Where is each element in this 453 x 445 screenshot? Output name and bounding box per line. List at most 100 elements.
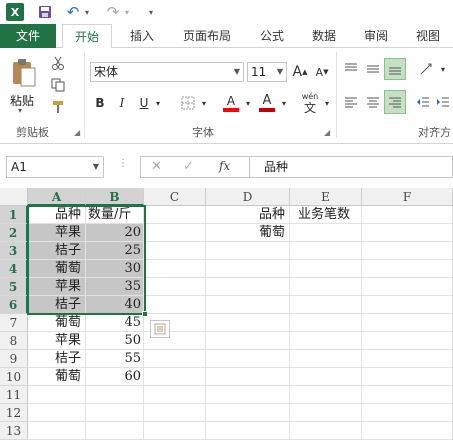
tab-view[interactable]: 视图 xyxy=(406,24,450,48)
tab-page-layout[interactable]: 页面布局 xyxy=(172,24,242,48)
row-header-2[interactable]: 2 xyxy=(0,224,28,242)
cell-a4[interactable]: 葡萄 xyxy=(28,260,86,278)
cell-c10[interactable] xyxy=(144,368,206,386)
row-header-12[interactable]: 12 xyxy=(0,404,28,422)
cell-c1[interactable] xyxy=(144,206,206,224)
cell-e1[interactable]: 业务笔数 xyxy=(290,206,362,224)
cell-f7[interactable] xyxy=(362,314,453,332)
cell-f8[interactable] xyxy=(362,332,453,350)
cell-b11[interactable] xyxy=(86,386,144,404)
paste-dropdown-icon[interactable]: ▾ xyxy=(18,106,22,115)
cell-e10[interactable] xyxy=(290,368,362,386)
fill-color-icon[interactable]: A xyxy=(220,92,242,114)
cell-e13[interactable] xyxy=(290,422,362,440)
cell-c12[interactable] xyxy=(144,404,206,422)
cell-b7[interactable]: 45 xyxy=(86,314,144,332)
cell-d8[interactable] xyxy=(206,332,290,350)
cell-b9[interactable]: 55 xyxy=(86,350,144,368)
row-header-8[interactable]: 8 xyxy=(0,332,28,350)
row-header-6[interactable]: 6 xyxy=(0,296,28,314)
fill-color-dropdown-icon[interactable]: ▾ xyxy=(243,94,253,112)
tab-review[interactable]: 审阅 xyxy=(354,24,398,48)
cell-f9[interactable] xyxy=(362,350,453,368)
cell-b8[interactable]: 50 xyxy=(86,332,144,350)
row-header-9[interactable]: 9 xyxy=(0,350,28,368)
column-header-c[interactable]: C xyxy=(144,188,206,206)
cell-d11[interactable] xyxy=(206,386,290,404)
phonetic-dropdown-icon[interactable]: ▾ xyxy=(322,94,332,112)
redo-dropdown-icon[interactable]: ▾ xyxy=(122,3,132,21)
cell-d2[interactable]: 葡萄 xyxy=(206,224,290,242)
row-header-7[interactable]: 7 xyxy=(0,314,28,332)
select-all-corner[interactable] xyxy=(0,188,28,206)
cell-e5[interactable] xyxy=(290,278,362,296)
cell-c6[interactable] xyxy=(144,296,206,314)
cell-f11[interactable] xyxy=(362,386,453,404)
cell-b4[interactable]: 30 xyxy=(86,260,144,278)
italic-button[interactable]: I xyxy=(114,94,130,112)
font-size-select[interactable]: 11 ▼ xyxy=(247,62,287,82)
cell-a3[interactable]: 桔子 xyxy=(28,242,86,260)
cell-e11[interactable] xyxy=(290,386,362,404)
cell-e9[interactable] xyxy=(290,350,362,368)
cell-b10[interactable]: 60 xyxy=(86,368,144,386)
redo-icon[interactable]: ↷ xyxy=(106,3,120,21)
cell-d4[interactable] xyxy=(206,260,290,278)
font-color-icon[interactable]: A xyxy=(256,92,278,114)
save-icon[interactable] xyxy=(36,3,54,21)
cell-a9[interactable]: 桔子 xyxy=(28,350,86,368)
copy-icon[interactable] xyxy=(48,76,68,94)
align-left-icon[interactable] xyxy=(342,92,360,112)
name-box[interactable]: A1 ▼ xyxy=(6,156,104,178)
tab-data[interactable]: 数据 xyxy=(302,24,346,48)
cancel-icon[interactable]: ✕ xyxy=(151,159,162,174)
tab-insert[interactable]: 插入 xyxy=(120,24,164,48)
undo-icon[interactable]: ↶ xyxy=(66,3,80,21)
cell-e6[interactable] xyxy=(290,296,362,314)
cell-c3[interactable] xyxy=(144,242,206,260)
cell-c13[interactable] xyxy=(144,422,206,440)
insert-function-icon[interactable]: fx xyxy=(219,159,230,173)
cell-d5[interactable] xyxy=(206,278,290,296)
cell-d7[interactable] xyxy=(206,314,290,332)
cell-f6[interactable] xyxy=(362,296,453,314)
column-header-e[interactable]: E xyxy=(290,188,362,206)
column-header-a[interactable]: A xyxy=(28,188,86,206)
cell-e12[interactable] xyxy=(290,404,362,422)
orientation-dropdown-icon[interactable]: ▾ xyxy=(438,60,448,78)
cell-c9[interactable] xyxy=(144,350,206,368)
cell-a2[interactable]: 苹果 xyxy=(28,224,86,242)
column-header-b[interactable]: B xyxy=(86,188,144,206)
cell-b5[interactable]: 35 xyxy=(86,278,144,296)
tab-home[interactable]: 开始 xyxy=(62,24,112,49)
cell-d6[interactable] xyxy=(206,296,290,314)
cell-a10[interactable]: 葡萄 xyxy=(28,368,86,386)
cell-b6[interactable]: 40 xyxy=(86,296,144,314)
font-color-dropdown-icon[interactable]: ▾ xyxy=(279,94,289,112)
fill-handle[interactable] xyxy=(142,311,148,317)
align-middle-icon[interactable] xyxy=(364,60,382,78)
cut-icon[interactable] xyxy=(48,54,68,72)
cell-f4[interactable] xyxy=(362,260,453,278)
increase-indent-icon[interactable] xyxy=(434,92,452,112)
align-center-icon[interactable] xyxy=(364,92,382,112)
cell-a7[interactable]: 葡萄 xyxy=(28,314,86,332)
drag-handle-icon[interactable]: ⋮ xyxy=(118,158,128,169)
cell-d1[interactable]: 品种 xyxy=(206,206,290,224)
cell-e2[interactable] xyxy=(290,224,362,242)
row-header-1[interactable]: 1 xyxy=(0,206,28,224)
column-header-f[interactable]: F xyxy=(362,188,453,206)
cell-f3[interactable] xyxy=(362,242,453,260)
cell-a11[interactable] xyxy=(28,386,86,404)
cell-a5[interactable]: 苹果 xyxy=(28,278,86,296)
format-painter-icon[interactable] xyxy=(48,98,68,116)
cell-f10[interactable] xyxy=(362,368,453,386)
underline-button[interactable]: U xyxy=(136,94,152,112)
cell-a12[interactable] xyxy=(28,404,86,422)
quick-analysis-icon[interactable] xyxy=(150,320,170,338)
cell-b13[interactable] xyxy=(86,422,144,440)
cell-f5[interactable] xyxy=(362,278,453,296)
underline-dropdown-icon[interactable]: ▾ xyxy=(153,94,163,112)
cell-c2[interactable] xyxy=(144,224,206,242)
cell-b12[interactable] xyxy=(86,404,144,422)
